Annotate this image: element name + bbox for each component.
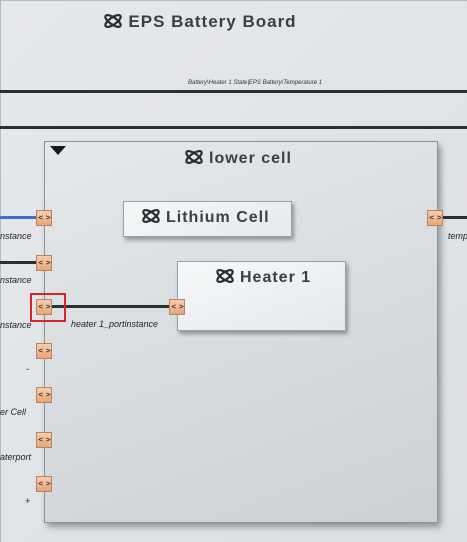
port-left-2[interactable]: < > <box>36 255 52 271</box>
wire-dark[interactable] <box>0 261 36 264</box>
port-label-7: + <box>25 496 31 506</box>
board-title: EPS Battery Board <box>0 12 400 35</box>
selection-highlight <box>30 293 66 322</box>
port-right-1[interactable]: < > <box>427 210 443 226</box>
heater-1-title: Heater 1 <box>215 267 311 290</box>
heater-port-label: heater 1_portinstance <box>71 319 159 329</box>
component-icon <box>141 207 161 230</box>
connector-line-bottom <box>0 126 467 129</box>
port-left-7[interactable]: < > <box>36 476 52 492</box>
port-left-4[interactable]: < > <box>36 343 52 359</box>
lithium-cell-title: Lithium Cell <box>141 207 270 230</box>
port-label-4: - <box>26 364 29 374</box>
component-icon <box>215 267 235 290</box>
port-label-1: nstance <box>0 231 32 241</box>
port-left-1[interactable]: < > <box>36 210 52 226</box>
port-label-3: nstance <box>0 320 32 330</box>
wire-heater[interactable] <box>52 305 170 308</box>
lower-cell-block[interactable] <box>44 141 438 523</box>
wire-right[interactable] <box>443 216 467 219</box>
board-title-text: EPS Battery Board <box>128 12 297 31</box>
port-label-5: er Cell <box>0 407 27 417</box>
component-icon <box>103 12 123 35</box>
component-icon <box>184 148 204 171</box>
lower-cell-title: lower cell <box>184 148 292 171</box>
lithium-cell-title-text: Lithium Cell <box>166 209 270 226</box>
right-port-label: temp <box>448 231 467 241</box>
connection-label: Battery\Heater 1 State|EPS Battery\Tempe… <box>188 80 323 86</box>
port-label-6: aterport <box>0 452 32 462</box>
port-heater-1[interactable]: < > <box>169 299 185 315</box>
connector-line-top <box>0 90 467 93</box>
port-label-2: nstance <box>0 275 32 285</box>
wire-blue[interactable] <box>0 216 36 219</box>
port-left-5[interactable]: < > <box>36 387 52 403</box>
lower-cell-title-text: lower cell <box>209 150 292 167</box>
heater-1-title-text: Heater 1 <box>240 269 312 286</box>
port-left-6[interactable]: < > <box>36 432 52 448</box>
collapse-triangle-icon[interactable] <box>50 146 66 155</box>
